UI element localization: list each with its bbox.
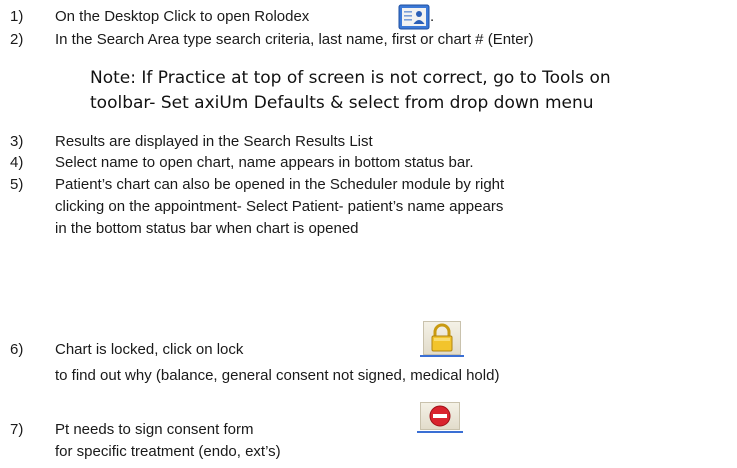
step-5-number: 5) [10,176,24,193]
note-line-1: Note: If Practice at top of screen is no… [90,68,611,88]
step-4-number: 4) [10,154,24,171]
step-5-text-line-2: clicking on the appointment- Select Pati… [55,198,504,215]
padlock-icon [431,323,453,352]
step-7-text-line-2: for specific treatment (endo, ext’s) [55,443,281,460]
step-5-text-line-3: in the bottom status bar when chart is o… [55,220,359,237]
step-3-text: Results are displayed in the Search Resu… [55,133,373,150]
step-7-text-line-1: Pt needs to sign consent form [55,421,254,438]
step-6-number: 6) [10,341,24,358]
step-6-text-line-2: to find out why (balance, general consen… [55,367,500,384]
step-3-number: 3) [10,133,24,150]
rolodex-card-icon[interactable] [398,4,430,30]
note-line-2: toolbar- Set axiUm Defaults & select fro… [90,93,594,113]
step-1-text: On the Desktop Click to open Rolodex [55,8,310,25]
step-1-number: 1) [10,8,24,25]
step-7-number: 7) [10,421,24,438]
stop-sign-icon [429,405,451,427]
step-1-period: . [430,8,435,25]
step-6-text-line-1: Chart is locked, click on lock [55,341,244,358]
step-2-text: In the Search Area type search criteria,… [55,31,534,48]
step-4-text: Select name to open chart, name appears … [55,154,474,171]
step-5-text-line-1: Patient’s chart can also be opened in th… [55,176,505,193]
step-2-number: 2) [10,31,24,48]
consent-button[interactable] [417,402,463,433]
lock-button[interactable] [420,321,464,357]
